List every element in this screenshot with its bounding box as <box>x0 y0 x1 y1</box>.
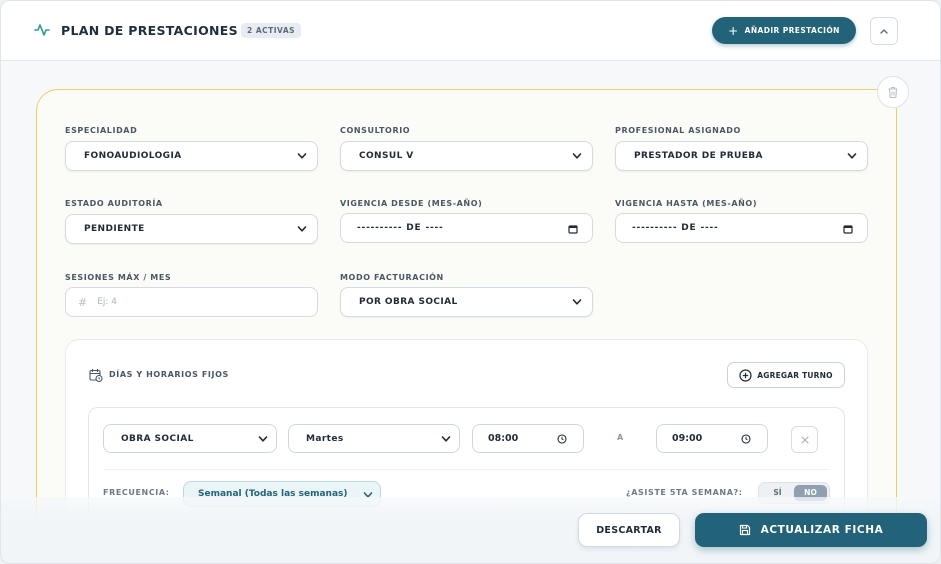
calendar-clock-icon <box>89 369 103 382</box>
specialty-label: ESPECIALIDAD <box>65 126 138 135</box>
save-icon <box>739 524 750 536</box>
shift-type-value: OBRA SOCIAL <box>121 433 194 444</box>
shift-start-value: 08:00 <box>488 433 519 444</box>
chevron-down-icon <box>258 436 268 442</box>
plan-card: PLAN DE PRESTACIONES 2 ACTIVAS + AÑADIR … <box>0 0 941 564</box>
valid-from-label: VIGENCIA DESDE (MES-AÑO) <box>340 199 483 208</box>
professional-value: PRESTADOR DE PRUEBA <box>634 151 763 161</box>
audit-status-value: PENDIENTE <box>84 224 145 234</box>
calendar-icon[interactable] <box>843 224 853 234</box>
shift-day-select[interactable]: Martes <box>288 424 460 453</box>
professional-label: PROFESIONAL ASIGNADO <box>615 126 741 135</box>
office-label: CONSULTORIO <box>340 126 411 135</box>
chevron-down-icon <box>572 153 582 159</box>
sessions-field: # <box>65 287 318 317</box>
plus-icon: + <box>728 23 739 38</box>
calendar-icon[interactable] <box>568 224 578 234</box>
shift-end-value: 09:00 <box>672 433 703 444</box>
plus-circle-icon <box>739 368 752 382</box>
schedule-title: DÍAS Y HORARIOS FIJOS <box>109 370 229 379</box>
row-divider <box>103 469 830 470</box>
office-select[interactable]: CONSUL V <box>340 141 593 171</box>
chevron-down-icon <box>297 226 307 232</box>
specialty-value: FONOAUDIOLOGIA <box>84 151 182 161</box>
valid-from-value: ---------- DE ---- <box>357 223 444 233</box>
card-header: PLAN DE PRESTACIONES 2 ACTIVAS + AÑADIR … <box>1 1 940 61</box>
close-icon <box>800 435 809 444</box>
audit-status-select[interactable]: PENDIENTE <box>65 214 318 244</box>
shift-type-select[interactable]: OBRA SOCIAL <box>103 424 277 453</box>
section-title: PLAN DE PRESTACIONES <box>61 23 238 38</box>
shift-day-value: Martes <box>306 433 344 444</box>
audit-status-label: ESTADO AUDITORÍA <box>65 199 163 208</box>
add-shift-label: AGREGAR TURNO <box>757 370 833 380</box>
add-service-label: AÑADIR PRESTACIÓN <box>744 26 840 35</box>
frequency-label: FRECUENCIA: <box>103 488 170 497</box>
discard-button[interactable]: DESCARTAR <box>578 513 680 547</box>
specialty-select[interactable]: FONOAUDIOLOGIA <box>65 141 318 171</box>
billing-mode-label: MODO FACTURACIÓN <box>340 273 444 282</box>
remove-shift-button[interactable] <box>791 426 818 453</box>
shift-start-time[interactable]: 08:00 <box>472 424 584 453</box>
add-service-button[interactable]: + AÑADIR PRESTACIÓN <box>712 17 856 44</box>
valid-to-value: ---------- DE ---- <box>632 223 719 233</box>
office-value: CONSUL V <box>359 151 414 161</box>
update-label: ACTUALIZAR FICHA <box>760 524 884 536</box>
chevron-up-icon <box>880 29 888 34</box>
delete-service-button[interactable] <box>877 76 909 108</box>
collapse-button[interactable] <box>870 17 898 45</box>
activity-icon <box>34 24 50 36</box>
shift-end-time[interactable]: 09:00 <box>656 424 768 453</box>
hash-icon: # <box>78 295 88 309</box>
chevron-down-icon <box>572 299 582 305</box>
update-button[interactable]: ACTUALIZAR FICHA <box>695 513 927 547</box>
sessions-label: SESIONES MÁX / MES <box>65 273 172 282</box>
fifth-week-label: ¿ASISTE 5TA SEMANA?: <box>626 488 743 497</box>
valid-from-input[interactable]: ---------- DE ---- <box>340 213 593 243</box>
professional-select[interactable]: PRESTADOR DE PRUEBA <box>615 141 868 171</box>
active-count-badge: 2 ACTIVAS <box>241 23 302 38</box>
billing-mode-select[interactable]: POR OBRA SOCIAL <box>340 287 593 317</box>
clock-icon <box>557 434 567 444</box>
trash-icon <box>888 86 898 98</box>
chevron-down-icon <box>847 153 857 159</box>
chevron-down-icon <box>297 153 307 159</box>
clock-icon <box>741 434 751 444</box>
valid-to-label: VIGENCIA HASTA (MES-AÑO) <box>615 199 758 208</box>
billing-mode-value: POR OBRA SOCIAL <box>359 297 458 307</box>
sessions-input[interactable] <box>97 297 298 307</box>
valid-to-input[interactable]: ---------- DE ---- <box>615 213 868 243</box>
time-separator: A <box>617 433 624 442</box>
add-shift-button[interactable]: AGREGAR TURNO <box>727 362 845 388</box>
chevron-down-icon <box>441 436 451 442</box>
